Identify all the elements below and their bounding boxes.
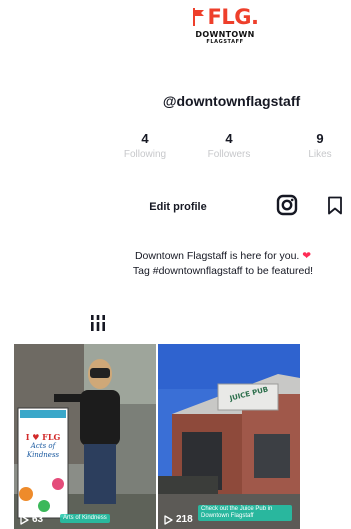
sign-line2: Acts of	[30, 442, 56, 450]
bio-line-1: Downtown Flagstaff is here for you. ❤	[92, 249, 351, 264]
edit-profile-button[interactable]: Edit profile	[130, 196, 226, 216]
video-views: 63	[32, 514, 44, 525]
brand-logo: FLG. DOWNTOWN FLAGSTAFF	[170, 4, 280, 64]
stat-following-label: Following	[123, 149, 167, 160]
play-icon	[20, 514, 29, 525]
video-thumbnail[interactable]: I ♥ FLG Acts of Kindness 63 Arts of Kind…	[14, 344, 156, 529]
stat-followers-count: 4	[225, 131, 233, 146]
video-caption: Check out the Juice Pub in Downtown Flag…	[198, 505, 292, 521]
play-icon	[164, 514, 173, 525]
flag-icon	[192, 8, 204, 26]
video-sign-text: I ♥ FLG Acts of Kindness	[20, 432, 66, 460]
profile-username: @downtownflagstaff	[162, 93, 301, 109]
grid-icon[interactable]	[88, 313, 108, 333]
stat-following-count: 4	[141, 131, 149, 146]
video-thumbnail[interactable]: JUICE PUB 218 Check out the Juice Pub in…	[158, 344, 300, 529]
bio-line-2: Tag #downtownflagstaff to be featured!	[132, 265, 314, 277]
stat-likes-label: Likes	[308, 149, 332, 160]
video-caption: Arts of Kindness	[60, 514, 110, 523]
sign-heart-text: I ♥ FLG	[25, 432, 61, 442]
logo-subtitle: DOWNTOWN	[195, 30, 255, 39]
sign-line3: Kindness	[26, 451, 60, 459]
bookmark-icon[interactable]	[327, 196, 343, 215]
video-thumbnail-art	[158, 344, 300, 529]
video-view-count: 63	[20, 514, 43, 525]
video-views: 218	[176, 514, 193, 525]
stat-following[interactable]: 4 Following	[110, 131, 180, 161]
logo-mark: FLG.	[207, 5, 259, 29]
heart-icon: ❤	[302, 250, 312, 262]
profile-bio: Downtown Flagstaff is here for you. ❤ Ta…	[92, 249, 351, 279]
instagram-icon[interactable]	[276, 194, 298, 216]
stat-likes-count: 9	[316, 131, 324, 146]
stat-followers-label: Followers	[207, 149, 251, 160]
video-view-count: 218	[164, 514, 193, 525]
stat-likes[interactable]: 9 Likes	[285, 131, 351, 161]
stat-followers[interactable]: 4 Followers	[194, 131, 264, 161]
bio-line-1-text: Downtown Flagstaff is here for you.	[134, 250, 300, 262]
logo-subtitle-city: FLAGSTAFF	[206, 39, 244, 45]
